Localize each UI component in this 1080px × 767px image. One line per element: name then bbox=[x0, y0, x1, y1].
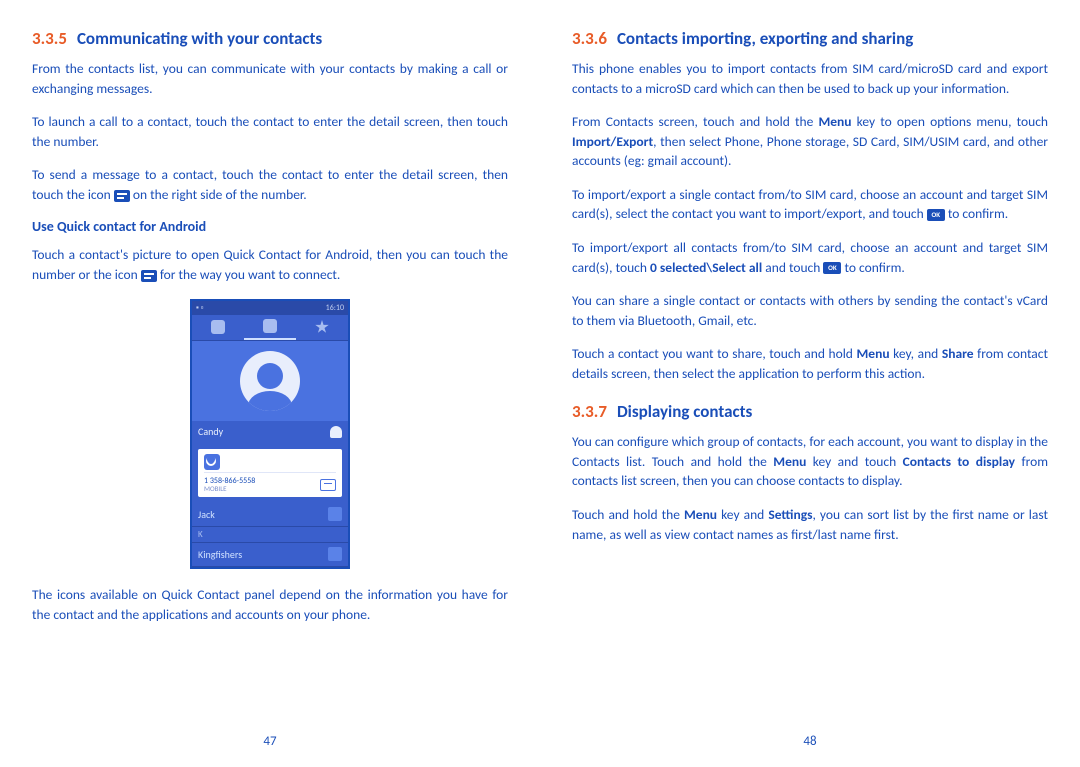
ok-icon: OK bbox=[823, 262, 841, 274]
list-item: Jack bbox=[192, 503, 348, 527]
paragraph: The icons available on Quick Contact pan… bbox=[32, 585, 508, 624]
phone-screenshot: ▪ ▫16:10 Candy 1 358-866-5558 MOBILE bbox=[190, 299, 350, 569]
paragraph: Touch a contact you want to share, touch… bbox=[572, 344, 1048, 383]
message-icon bbox=[320, 479, 336, 491]
section-number: 3.3.5 bbox=[32, 28, 67, 49]
message-icon bbox=[141, 270, 157, 282]
section-title: Displaying contacts bbox=[617, 401, 752, 422]
status-bar: ▪ ▫16:10 bbox=[192, 301, 348, 315]
avatar-icon bbox=[328, 547, 342, 561]
paragraph: To launch a call to a contact, touch the… bbox=[32, 112, 508, 151]
list-item: Kingfishers bbox=[192, 543, 348, 567]
paragraph: This phone enables you to import contact… bbox=[572, 59, 1048, 98]
subheading-quick-contact: Use Quick contact for Android bbox=[32, 218, 508, 235]
paragraph: To send a message to a contact, touch th… bbox=[32, 165, 508, 204]
quick-contact-card: 1 358-866-5558 MOBILE bbox=[198, 449, 342, 497]
paragraph: You can share a single contact or contac… bbox=[572, 291, 1048, 330]
paragraph: Touch and hold the Menu key and Settings… bbox=[572, 505, 1048, 544]
paragraph: From the contacts list, you can communic… bbox=[32, 59, 508, 98]
page-right: 3.3.6 Contacts importing, exporting and s… bbox=[540, 28, 1080, 767]
page-left: 3.3.5 Communicating with your contacts Fr… bbox=[0, 28, 540, 767]
section-title: Communicating with your contacts bbox=[77, 28, 322, 49]
contact-header bbox=[192, 341, 348, 421]
phone-number: 1 358-866-5558 MOBILE bbox=[204, 477, 255, 493]
paragraph: To import/export all contacts from/to SI… bbox=[572, 238, 1048, 277]
tab-groups bbox=[192, 315, 244, 340]
tab-bar bbox=[192, 315, 348, 341]
message-icon bbox=[114, 190, 130, 202]
person-icon bbox=[330, 426, 342, 438]
paragraph: Touch a contact's picture to open Quick … bbox=[32, 245, 508, 284]
section-heading-337: 3.3.7 Displaying contacts bbox=[572, 401, 1048, 422]
avatar-icon bbox=[240, 351, 300, 411]
list-section-letter: K bbox=[192, 527, 348, 543]
tab-contacts bbox=[244, 315, 296, 340]
tab-favorites bbox=[296, 315, 348, 340]
ok-icon: OK bbox=[927, 209, 945, 221]
paragraph: To import/export a single contact from/t… bbox=[572, 185, 1048, 224]
phone-icon bbox=[204, 454, 220, 470]
page-number: 48 bbox=[803, 734, 816, 749]
section-title: Contacts importing, exporting and sharin… bbox=[617, 28, 913, 49]
section-heading-335: 3.3.5 Communicating with your contacts bbox=[32, 28, 508, 49]
section-number: 3.3.6 bbox=[572, 28, 607, 49]
section-heading-336: 3.3.6 Contacts importing, exporting and s… bbox=[572, 28, 1048, 49]
page-number: 47 bbox=[263, 734, 276, 749]
section-number: 3.3.7 bbox=[572, 401, 607, 422]
avatar-icon bbox=[328, 507, 342, 521]
contact-name-row: Candy bbox=[192, 421, 348, 443]
paragraph: From Contacts screen, touch and hold the… bbox=[572, 112, 1048, 171]
paragraph: You can configure which group of contact… bbox=[572, 432, 1048, 491]
